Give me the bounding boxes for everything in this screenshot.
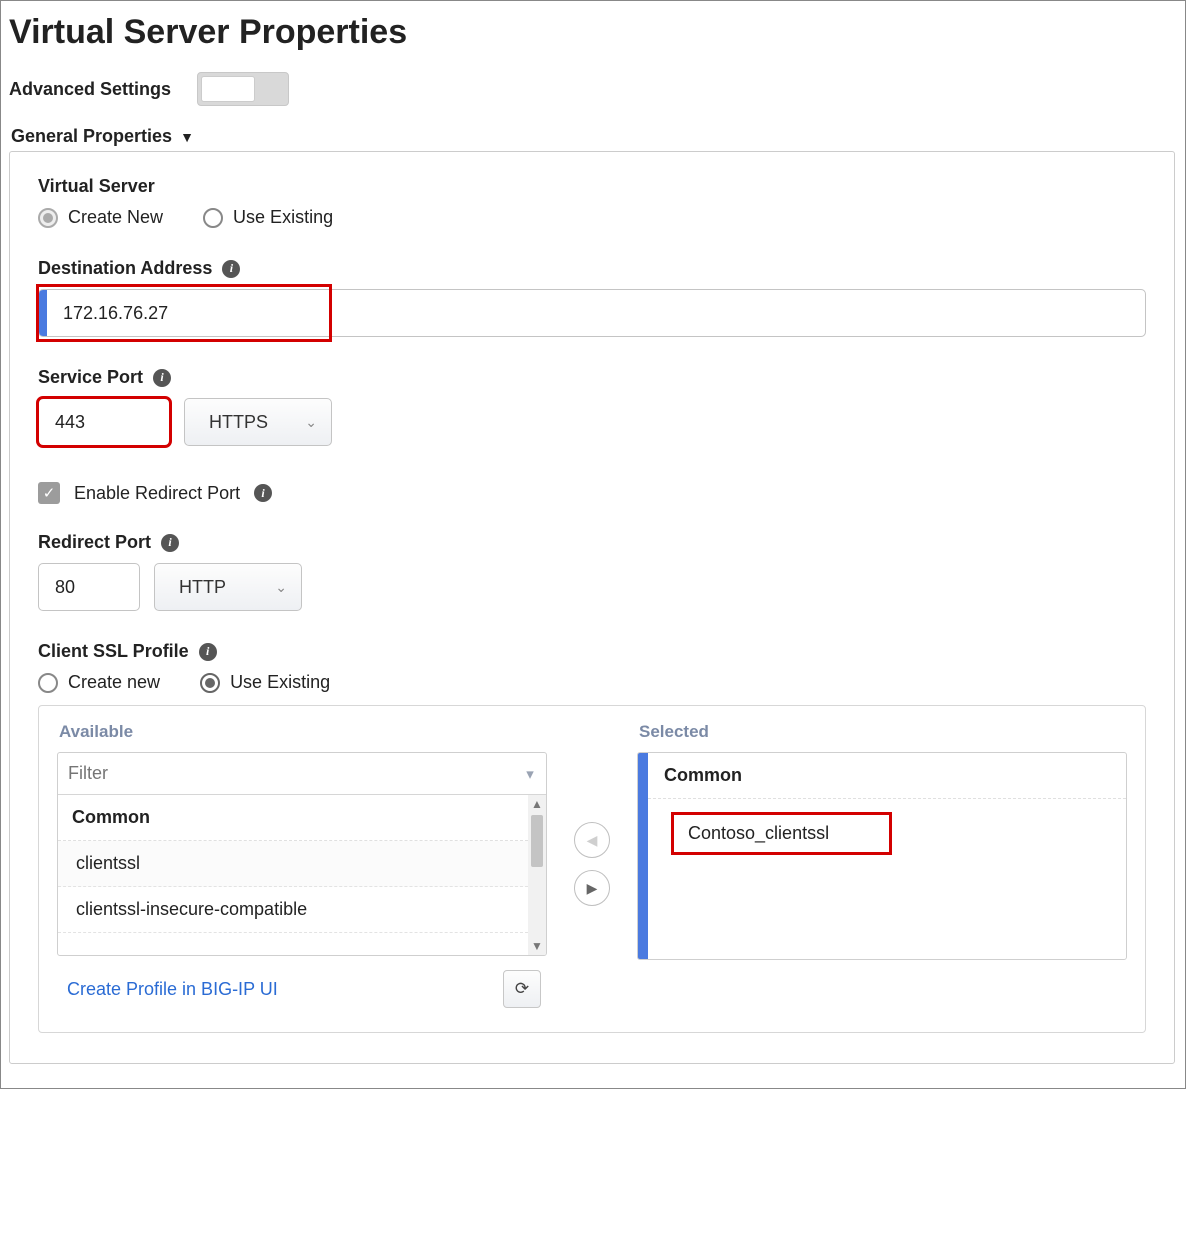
scroll-thumb[interactable] [531, 815, 543, 867]
general-properties-header[interactable]: General Properties ▼ [11, 126, 1175, 147]
available-list-box: ▾ Common clientssl clientssl-insecure-co… [57, 752, 547, 956]
virtual-server-use-existing-option[interactable]: Use Existing [203, 207, 333, 228]
service-port-protocol-value: HTTPS [193, 412, 291, 433]
toggle-knob [201, 76, 255, 102]
scroll-down-icon[interactable]: ▼ [531, 937, 543, 955]
triangle-left-icon: ◀ [587, 832, 598, 849]
filter-icon[interactable]: ▾ [514, 765, 546, 783]
radio-icon [38, 208, 58, 228]
service-port-input[interactable] [39, 399, 170, 445]
info-icon[interactable]: i [222, 260, 240, 278]
redirect-port-input[interactable] [39, 564, 140, 610]
virtual-server-label-text: Virtual Server [38, 176, 155, 197]
triangle-right-icon: ▶ [587, 880, 598, 897]
required-bar [638, 753, 648, 959]
destination-address-label: Destination Address [38, 258, 212, 279]
info-icon[interactable]: i [254, 484, 272, 502]
virtual-server-create-new-option[interactable]: Create New [38, 207, 163, 228]
selected-group-header: Common [648, 753, 1126, 799]
destination-address-input[interactable] [47, 290, 1145, 336]
service-port-label: Service Port [38, 367, 143, 388]
redirect-port-protocol-value: HTTP [163, 577, 261, 598]
general-properties-label: General Properties [11, 126, 172, 147]
info-icon[interactable]: i [153, 369, 171, 387]
virtual-server-create-new-label: Create New [68, 207, 163, 228]
radio-icon [38, 673, 58, 693]
move-right-button[interactable]: ▶ [574, 870, 610, 906]
selected-item: Contoso_clientssl [674, 815, 889, 852]
info-icon[interactable]: i [199, 643, 217, 661]
service-port-protocol-select[interactable]: HTTPS ⌄ [184, 398, 332, 446]
service-port-field-wrap [38, 398, 170, 446]
selected-list-box: Common Contoso_clientssl [637, 752, 1127, 960]
redirect-port-protocol-select[interactable]: HTTP ⌄ [154, 563, 302, 611]
refresh-icon: ⟳ [515, 979, 529, 999]
general-properties-panel: Virtual Server Create New Use Existing D… [9, 151, 1175, 1064]
ssl-profile-picker: Available ▾ Common clientssl clientssl-i… [38, 705, 1146, 1033]
advanced-settings-toggle[interactable] [197, 72, 289, 106]
available-item[interactable]: clientssl-insecure-compatible [58, 887, 528, 933]
client-ssl-profile-label: Client SSL Profile [38, 641, 189, 662]
advanced-settings-label: Advanced Settings [9, 79, 171, 100]
required-bar [39, 290, 47, 336]
available-header: Available [59, 722, 547, 742]
client-ssl-create-new-option[interactable]: Create new [38, 672, 160, 693]
redirect-port-label: Redirect Port [38, 532, 151, 553]
caret-down-icon: ▼ [180, 129, 194, 145]
selected-item-row[interactable]: Contoso_clientssl [648, 799, 1126, 864]
client-ssl-use-existing-label: Use Existing [230, 672, 330, 693]
move-left-button[interactable]: ◀ [574, 822, 610, 858]
enable-redirect-port-checkbox[interactable]: ✓ [38, 482, 60, 504]
chevron-down-icon: ⌄ [261, 579, 301, 596]
radio-icon [203, 208, 223, 228]
virtual-server-label: Virtual Server [38, 176, 1146, 197]
available-item[interactable]: clientssl [58, 841, 528, 887]
selected-header: Selected [639, 722, 1127, 742]
enable-redirect-port-label: Enable Redirect Port [74, 483, 240, 504]
redirect-port-field-wrap [38, 563, 140, 611]
info-icon[interactable]: i [161, 534, 179, 552]
client-ssl-create-new-label: Create new [68, 672, 160, 693]
virtual-server-use-existing-label: Use Existing [233, 207, 333, 228]
scroll-up-icon[interactable]: ▲ [531, 795, 543, 813]
available-group-header: Common [58, 795, 528, 841]
available-filter-input[interactable] [58, 763, 514, 784]
create-profile-link[interactable]: Create Profile in BIG-IP UI [67, 979, 278, 1000]
radio-icon [200, 673, 220, 693]
page-title: Virtual Server Properties [9, 13, 1175, 52]
client-ssl-use-existing-option[interactable]: Use Existing [200, 672, 330, 693]
scrollbar[interactable]: ▲ ▼ [528, 795, 546, 955]
destination-address-field-wrap [38, 289, 1146, 337]
refresh-button[interactable]: ⟳ [503, 970, 541, 1008]
chevron-down-icon: ⌄ [291, 414, 331, 431]
